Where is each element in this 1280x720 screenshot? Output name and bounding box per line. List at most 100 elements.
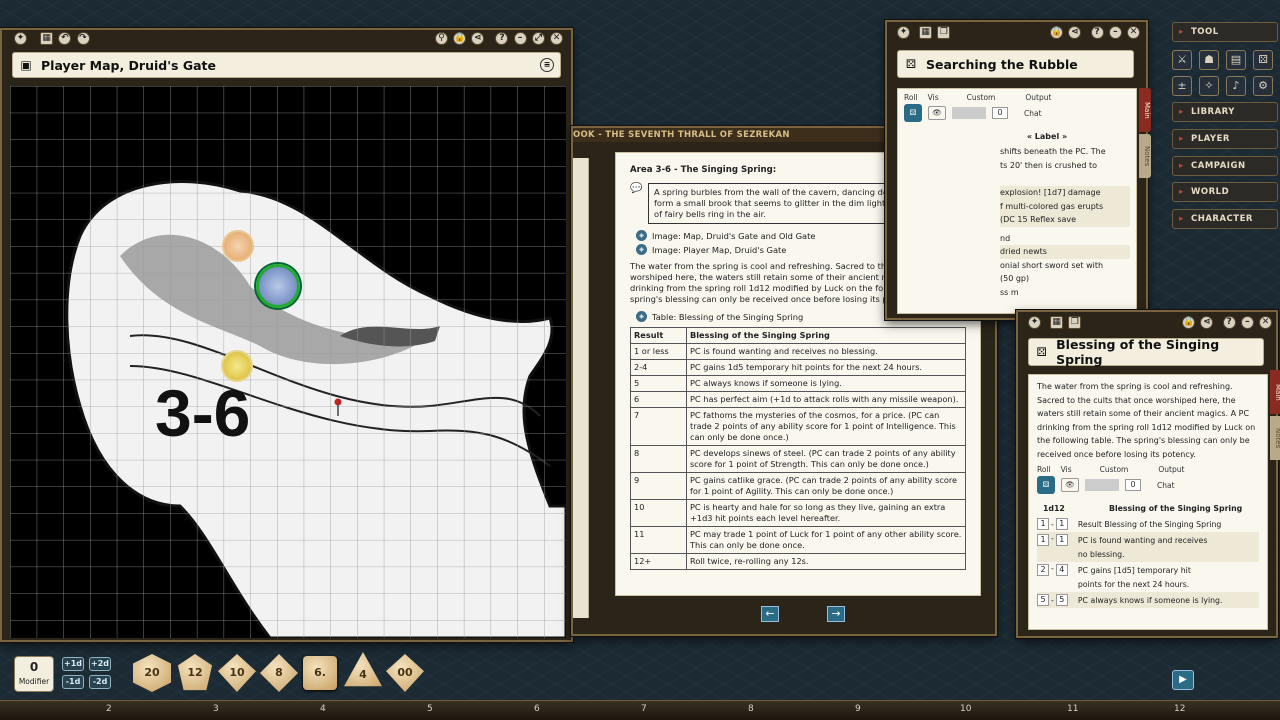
help-icon[interactable]: ? <box>1222 316 1236 329</box>
hotbar-slot-3[interactable]: 3 <box>213 704 219 714</box>
grid-icon[interactable]: ▦ <box>1050 316 1064 329</box>
close-icon[interactable]: ✕ <box>1259 316 1272 329</box>
sidebar-item-campaign[interactable]: CAMPAIGN <box>1172 156 1278 176</box>
party-icon[interactable]: ☗ <box>1199 50 1219 70</box>
minimize-icon[interactable]: – <box>1108 26 1122 39</box>
table-header-row: Result Blessing of the Singing Spring <box>630 327 966 344</box>
plus-2d-button[interactable]: +2d <box>89 657 111 671</box>
visibility-icon[interactable]: 👁 <box>928 106 946 120</box>
menu-icon[interactable]: ≡ <box>540 58 554 72</box>
hotbar-slot-9[interactable]: 9 <box>855 704 861 714</box>
map-canvas[interactable]: 3-6 <box>10 86 566 638</box>
hotbar-slot-7[interactable]: 7 <box>641 704 647 714</box>
blessing-title-bar: ⚄ Blessing of the Singing Spring <box>1028 337 1264 367</box>
minus-2d-button[interactable]: -2d <box>89 675 111 689</box>
roll-dice-icon[interactable]: ⚄ <box>1037 476 1055 494</box>
lock-icon[interactable]: ✦ <box>897 26 910 39</box>
close-icon[interactable]: ✕ <box>550 32 563 45</box>
output-value[interactable]: Chat <box>1157 481 1175 490</box>
combat-icon[interactable]: ⚔ <box>1172 50 1192 70</box>
table-row: 1 or less PC is found wanting and receive… <box>630 343 966 360</box>
sidebar-tool-header[interactable]: TOOL <box>1172 22 1278 42</box>
tab-notes[interactable]: Notes <box>1139 134 1151 178</box>
hotbar-slot-2[interactable]: 2 <box>106 704 112 714</box>
map-title-bar: ▣ Player Map, Druid's Gate ≡ <box>12 52 561 78</box>
zoom-icon[interactable]: ⚲ <box>434 32 448 45</box>
visibility-icon[interactable]: 👁 <box>1061 478 1079 492</box>
hotbar-slot-10[interactable]: 10 <box>960 704 971 714</box>
output-value[interactable]: Chat <box>1024 109 1042 118</box>
token-warrior[interactable] <box>221 350 253 382</box>
minimize-icon[interactable]: – <box>513 32 527 45</box>
tab-notes[interactable]: Notes <box>1270 416 1280 460</box>
next-page-button[interactable]: → <box>827 606 845 622</box>
custom-dice[interactable] <box>1085 479 1119 491</box>
sidebar-item-character[interactable]: CHARACTER <box>1172 209 1278 229</box>
help-icon[interactable]: ? <box>495 32 509 45</box>
settings-icon[interactable]: ⚙ <box>1253 76 1273 96</box>
dice-tool-icon[interactable]: ⚄ <box>1253 50 1273 70</box>
tab-main[interactable]: Main <box>1270 370 1280 414</box>
lock-window-icon[interactable]: 🔒 <box>1050 26 1064 39</box>
hotbar-slot-12[interactable]: 12 <box>1174 704 1185 714</box>
minimize-icon[interactable]: – <box>1240 316 1254 329</box>
chat-toggle-button[interactable]: ▶ <box>1172 670 1194 690</box>
redo-icon[interactable]: ↷ <box>76 32 90 45</box>
table-row: 5 PC always knows if someone is lying. <box>630 375 966 392</box>
grid-icon[interactable]: ▦ <box>919 26 933 39</box>
d10-die[interactable]: 10 <box>218 654 256 692</box>
modifier-label: Modifier <box>18 677 50 686</box>
copy-icon[interactable]: ❐ <box>1068 316 1082 329</box>
undo-icon[interactable]: ↶ <box>58 32 72 45</box>
custom-value[interactable]: 0 <box>992 107 1008 119</box>
modifiers-icon[interactable]: ± <box>1172 76 1192 96</box>
lock-icon[interactable]: ✦ <box>1028 316 1041 329</box>
copy-icon[interactable]: ❐ <box>937 26 951 39</box>
rubble-title-bar: ⚄ Searching the Rubble <box>897 50 1134 78</box>
share-icon[interactable]: ⋖ <box>471 32 485 45</box>
modifier-box[interactable]: 0 Modifier <box>14 656 54 692</box>
d8-die[interactable]: 8 <box>260 654 298 692</box>
close-icon[interactable]: ✕ <box>1127 26 1140 39</box>
custom-value[interactable]: 0 <box>1125 479 1141 491</box>
d6-die[interactable]: 6. <box>303 656 337 690</box>
share-icon[interactable]: ⋖ <box>1200 316 1214 329</box>
lock-icon[interactable]: ✦ <box>14 32 27 45</box>
sidebar-item-player[interactable]: PLAYER <box>1172 129 1278 149</box>
music-icon[interactable]: ♪ <box>1226 76 1246 96</box>
calendar-icon[interactable]: ▤ <box>1226 50 1246 70</box>
hotbar-slot-5[interactable]: 5 <box>427 704 433 714</box>
table-row: 12+ Roll twice, re-rolling any 12s. <box>630 553 966 570</box>
hotbar-slot-8[interactable]: 8 <box>748 704 754 714</box>
token-druid[interactable] <box>222 230 254 262</box>
resize-icon[interactable]: ⤢ <box>531 32 545 45</box>
prev-page-button[interactable]: ← <box>761 606 779 622</box>
tab-main[interactable]: Main <box>1139 88 1151 132</box>
d20-die[interactable]: 20 <box>133 654 171 692</box>
list-item: 1-1 Result Blessing of the Singing Sprin… <box>1037 516 1259 532</box>
hotbar-slot-11[interactable]: 11 <box>1067 704 1078 714</box>
d12-die[interactable]: 12 <box>177 654 213 691</box>
effects-icon[interactable]: ✧ <box>1199 76 1219 96</box>
token-selected[interactable] <box>256 264 300 308</box>
plus-1d-button[interactable]: +1d <box>62 657 84 671</box>
area-label: 3-6 <box>155 376 250 450</box>
d4-die[interactable]: 4 <box>344 652 382 687</box>
map-window: ✦ ▦ ↶ ↷ ⚲ 🔒 ⋖ ? – ⤢ ✕ ▣ Player Map, Drui… <box>0 28 573 642</box>
custom-dice[interactable] <box>952 107 986 119</box>
hotbar-slot-4[interactable]: 4 <box>320 704 326 714</box>
label-heading: « Label » <box>1026 132 1068 141</box>
sidebar-item-library[interactable]: LIBRARY <box>1172 102 1278 122</box>
lock-window-icon[interactable]: 🔒 <box>1182 316 1196 329</box>
roll-dice-icon[interactable]: ⚄ <box>904 104 922 122</box>
minus-1d-button[interactable]: -1d <box>62 675 84 689</box>
lock-window-icon[interactable]: 🔒 <box>453 32 467 45</box>
share-icon[interactable]: ⋖ <box>1068 26 1082 39</box>
hotbar-slot-6[interactable]: 6 <box>534 704 540 714</box>
help-icon[interactable]: ? <box>1090 26 1104 39</box>
grid-icon[interactable]: ▦ <box>40 32 54 45</box>
d100-die[interactable]: 00 <box>386 654 424 692</box>
rubble-window: ✦ ▦ ❐ 🔒 ⋖ ? – ✕ ⚄ Searching the Rubble R… <box>885 20 1151 320</box>
sidebar-item-world[interactable]: WORLD <box>1172 182 1278 202</box>
table-row: 7 PC fathoms the mysteries of the cosmos,… <box>630 407 966 446</box>
